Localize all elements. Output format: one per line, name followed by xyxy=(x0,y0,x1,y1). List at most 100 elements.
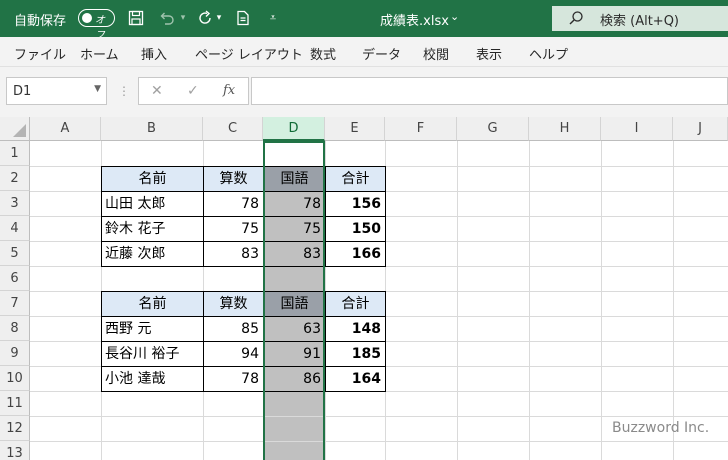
autosave-label: 自動保存 xyxy=(14,14,67,29)
column-header-b[interactable]: B xyxy=(101,117,203,141)
row-header-12[interactable]: 12 xyxy=(0,416,30,441)
tab-insert[interactable]: 挿入 xyxy=(141,44,167,63)
table-header-cell[interactable]: 名前 xyxy=(101,291,204,317)
autosave-toggle[interactable]: オフ xyxy=(78,9,115,41)
row-header-1[interactable]: 1 xyxy=(0,141,30,166)
column-header-i[interactable]: I xyxy=(601,117,673,141)
table-cell-total[interactable]: 166 xyxy=(325,241,386,267)
table-cell-name[interactable]: 西野 元 xyxy=(101,316,204,342)
column-header-j[interactable]: J xyxy=(673,117,728,141)
column-line xyxy=(529,141,530,460)
tab-page-layout[interactable]: ページ レイアウト xyxy=(195,44,303,63)
row-header-10[interactable]: 10 xyxy=(0,366,30,391)
customize-qat-icon[interactable]: ⩡ xyxy=(263,8,283,28)
column-header-c[interactable]: C xyxy=(203,117,263,141)
row-header-6[interactable]: 6 xyxy=(0,266,30,291)
title-bar: 自動保存 オフ ▾ ▾ ⩡ 成績表.xlsx ⌄ 検索 (Alt+Q) xyxy=(0,0,728,41)
table-cell-math[interactable]: 75 xyxy=(203,216,264,242)
table-cell-name[interactable]: 小池 達哉 xyxy=(101,366,204,392)
row-header-7[interactable]: 7 xyxy=(0,291,30,316)
undo-icon[interactable] xyxy=(157,8,177,28)
column-line xyxy=(601,141,602,460)
row-header-4[interactable]: 4 xyxy=(0,216,30,241)
column-header-d[interactable]: D xyxy=(263,117,325,141)
search-box[interactable]: 検索 (Alt+Q) xyxy=(552,6,728,31)
table-cell-total[interactable]: 150 xyxy=(325,216,386,242)
table-header-cell[interactable]: 名前 xyxy=(101,166,204,192)
row-line xyxy=(30,416,728,417)
table-cell-total[interactable]: 164 xyxy=(325,366,386,392)
tab-formulas[interactable]: 数式 xyxy=(310,44,336,63)
table-cell-total[interactable]: 185 xyxy=(325,341,386,367)
enter-icon[interactable]: ✓ xyxy=(187,83,199,99)
tab-view[interactable]: 表示 xyxy=(476,44,502,63)
table-header-cell[interactable]: 算数 xyxy=(203,291,264,317)
row-header-8[interactable]: 8 xyxy=(0,316,30,341)
column-header-e[interactable]: E xyxy=(325,117,385,141)
column-header-g[interactable]: G xyxy=(457,117,529,141)
row-header-13[interactable]: 13 xyxy=(0,441,30,460)
table-cell-math[interactable]: 85 xyxy=(203,316,264,342)
table-cell-name[interactable]: 長谷川 裕子 xyxy=(101,341,204,367)
name-box-dropdown-icon[interactable]: ▼ xyxy=(94,84,101,94)
row-header-5[interactable]: 5 xyxy=(0,241,30,266)
table-cell-math[interactable]: 83 xyxy=(203,241,264,267)
table-cell-japanese[interactable]: 75 xyxy=(263,216,326,242)
column-header-a[interactable]: A xyxy=(30,117,101,141)
table-cell-japanese[interactable]: 83 xyxy=(263,241,326,267)
redo-dropdown-icon[interactable]: ▾ xyxy=(214,8,224,28)
insert-function-icon[interactable]: fx xyxy=(223,83,235,98)
table-cell-math[interactable]: 78 xyxy=(203,366,264,392)
table-cell-japanese[interactable]: 91 xyxy=(263,341,326,367)
table-cell-total[interactable]: 148 xyxy=(325,316,386,342)
formula-input[interactable] xyxy=(251,77,728,105)
row-header-3[interactable]: 3 xyxy=(0,191,30,216)
table-cell-name[interactable]: 鈴木 花子 xyxy=(101,216,204,242)
tab-data[interactable]: データ xyxy=(362,44,401,63)
column-line xyxy=(457,141,458,460)
table-header-cell[interactable]: 国語 xyxy=(263,166,326,192)
row-line xyxy=(30,441,728,442)
toggle-knob xyxy=(82,13,92,23)
row-header-2[interactable]: 2 xyxy=(0,166,30,191)
column-header-f[interactable]: F xyxy=(385,117,457,141)
tab-file[interactable]: ファイル xyxy=(14,44,66,63)
search-icon xyxy=(568,10,584,30)
undo-dropdown-icon[interactable]: ▾ xyxy=(178,8,188,28)
filename-chevron-icon[interactable]: ⌄ xyxy=(450,10,459,23)
search-label: 検索 (Alt+Q) xyxy=(600,14,680,29)
table-cell-total[interactable]: 156 xyxy=(325,191,386,217)
table-header-cell[interactable]: 国語 xyxy=(263,291,326,317)
redo-icon[interactable] xyxy=(195,8,215,28)
tab-help[interactable]: ヘルプ xyxy=(529,44,568,63)
table-cell-japanese[interactable]: 78 xyxy=(263,191,326,217)
table-header-cell[interactable]: 合計 xyxy=(325,166,386,192)
name-box-value: D1 xyxy=(13,84,32,99)
column-header-h[interactable]: H xyxy=(529,117,601,141)
file-name[interactable]: 成績表.xlsx xyxy=(380,10,449,29)
table-cell-math[interactable]: 94 xyxy=(203,341,264,367)
table-cell-name[interactable]: 山田 太郎 xyxy=(101,191,204,217)
table-cell-name[interactable]: 近藤 次郎 xyxy=(101,241,204,267)
table-cell-japanese[interactable]: 86 xyxy=(263,366,326,392)
select-all-button[interactable] xyxy=(0,117,30,141)
save-icon[interactable] xyxy=(126,8,146,28)
formula-bar: D1 ▼ ⋮ ✕ ✓ fx xyxy=(0,67,728,117)
table-cell-math[interactable]: 78 xyxy=(203,191,264,217)
table-header-cell[interactable]: 算数 xyxy=(203,166,264,192)
table-cell-japanese[interactable]: 63 xyxy=(263,316,326,342)
document-icon[interactable] xyxy=(233,8,253,28)
table-header-cell[interactable]: 合計 xyxy=(325,291,386,317)
formula-buttons: ✕ ✓ fx xyxy=(138,77,249,105)
tab-home[interactable]: ホーム xyxy=(80,44,119,63)
ribbon-tabs: ファイル ホーム 挿入 ページ レイアウト 数式 データ 校閲 表示 ヘルプ xyxy=(0,37,728,67)
watermark: Buzzword Inc. xyxy=(612,420,710,436)
tab-review[interactable]: 校閲 xyxy=(423,44,449,63)
row-header-9[interactable]: 9 xyxy=(0,341,30,366)
worksheet-grid[interactable]: A B C D E F G H I J 1 2 3 4 5 6 7 8 9 10… xyxy=(0,117,728,460)
column-line xyxy=(673,141,674,460)
cancel-icon[interactable]: ✕ xyxy=(151,83,163,99)
name-box[interactable]: D1 ▼ xyxy=(6,77,107,105)
row-header-11[interactable]: 11 xyxy=(0,391,30,416)
formula-bar-grip-icon[interactable]: ⋮ xyxy=(118,84,130,98)
